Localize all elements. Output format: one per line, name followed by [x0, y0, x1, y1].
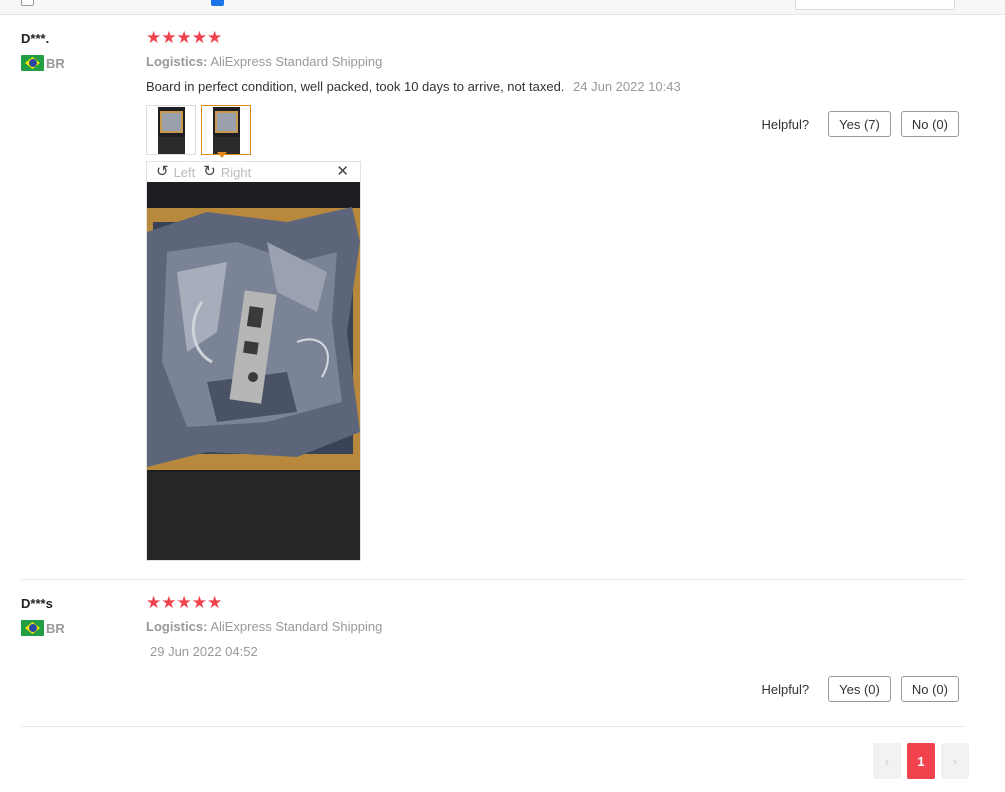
review-photo-thumbnail[interactable]: [146, 105, 196, 155]
review-date: 29 Jun 2022 04:52: [150, 644, 258, 659]
rotate-right-button[interactable]: ↻ Right: [203, 163, 251, 181]
rotate-right-icon: ↻: [203, 163, 216, 180]
helpful-yes-button[interactable]: Yes (0): [828, 676, 891, 702]
feedback-item: D***. BR ★★★★★ Logistics: AliExpress Sta…: [21, 15, 965, 580]
country-code: BR: [46, 55, 65, 71]
filter-bar: [0, 0, 1005, 15]
pagination: ‹ 1 ›: [873, 743, 975, 779]
star-rating: ★★★★★: [146, 593, 223, 612]
review-date: 24 Jun 2022 10:43: [573, 79, 681, 94]
user-name: D***s: [21, 596, 53, 611]
photo-viewer: ↺ Left ↻ Right ✕: [146, 161, 361, 561]
review-photo-image: [147, 182, 360, 560]
review-text: Board in perfect condition, well packed,…: [146, 79, 681, 94]
photo-viewer-toolbar: ↺ Left ↻ Right ✕: [147, 162, 360, 182]
rotate-left-label: Left: [173, 164, 196, 180]
brazil-flag-icon: [21, 55, 44, 71]
helpful-label: Helpful?: [761, 116, 810, 132]
sort-dropdown[interactable]: [795, 0, 955, 10]
star-rating: ★★★★★: [146, 28, 223, 47]
helpful-no-button[interactable]: No (0): [900, 676, 959, 702]
rotate-left-button[interactable]: ↺ Left: [156, 163, 195, 181]
helpful-yes-button[interactable]: Yes (7): [828, 111, 891, 137]
user-country: BR: [21, 55, 65, 71]
helpful-section: Helpful? Yes (7) No (0): [761, 111, 959, 137]
close-icon[interactable]: ✕: [336, 162, 349, 182]
country-code: BR: [46, 620, 65, 636]
helpful-no-button[interactable]: No (0): [900, 111, 959, 137]
logistics-info: Logistics: AliExpress Standard Shipping: [146, 54, 382, 69]
logistics-info: Logistics: AliExpress Standard Shipping: [146, 619, 382, 634]
review-photo-thumbnail-selected[interactable]: [201, 105, 251, 155]
filter-checkbox-checked[interactable]: [211, 0, 224, 6]
rotate-right-label: Right: [220, 164, 252, 180]
page-1-button[interactable]: 1: [907, 743, 935, 779]
feedback-item: D***s BR ★★★★★ Logistics: AliExpress Sta…: [21, 580, 965, 727]
selected-thumbnail-arrow: [217, 152, 227, 158]
logistics-value: AliExpress Standard Shipping: [210, 619, 383, 634]
logistics-value: AliExpress Standard Shipping: [210, 54, 383, 69]
previous-page-button[interactable]: ‹: [873, 743, 901, 779]
filter-checkbox[interactable]: [21, 0, 34, 6]
user-name: D***.: [21, 31, 50, 46]
brazil-flag-icon: [21, 620, 44, 636]
user-country: BR: [21, 620, 65, 636]
rotate-left-icon: ↺: [156, 163, 169, 180]
logistics-label: Logistics:: [146, 619, 208, 634]
helpful-label: Helpful?: [761, 681, 810, 697]
next-page-button[interactable]: ›: [941, 743, 969, 779]
review-body: Board in perfect condition, well packed,…: [146, 79, 565, 94]
review-photo-large: [147, 182, 360, 560]
logistics-label: Logistics:: [146, 54, 208, 69]
helpful-section: Helpful? Yes (0) No (0): [761, 676, 959, 702]
